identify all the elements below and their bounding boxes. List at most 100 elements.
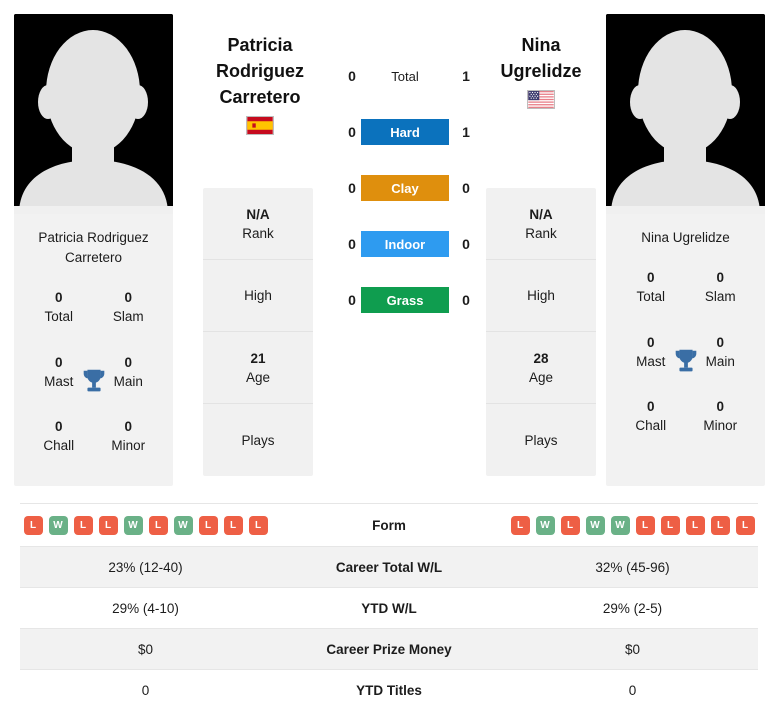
comparison-header: Patricia Rodriguez Carretero 0 Total 0 S… [0,0,779,492]
info-label: Plays [524,432,558,448]
title-value: 0 [646,270,655,285]
title-value: 0 [124,290,132,305]
h2h-surface-label[interactable]: Indoor [361,231,449,257]
headline-name-line: Nina [521,35,561,55]
titles-grid-right: 0 Total 0 Slam 0 Mast 0 Main 0 Chall 0 M… [606,250,765,472]
title-label: Chall [635,418,667,434]
stat-label: YTD W/L [361,600,417,616]
title-value: 0 [646,399,655,415]
h2h-right-score: 1 [462,68,470,84]
info-value: N/A [529,206,553,222]
title-label: Chall [43,438,75,454]
h2h-row-total: 0 Total 1 [330,62,480,90]
title-stat-slam: 0 Slam [686,268,756,333]
table-row-ytd-titles: 0 YTD Titles 0 [20,669,758,710]
headline-name-line: Ugrelidze [500,61,582,81]
info-label: Age [528,369,554,385]
h2h-right-score: 1 [462,124,470,140]
info-row-age: 28 Age [486,332,596,404]
title-label: Total [636,289,666,304]
player-name-left: Patricia Rodriguez Carretero [38,230,149,265]
info-row-plays: Plays [203,404,313,476]
info-row-high: High [486,260,596,332]
titles-grid-left: 0 Total 0 Slam 0 Mast 0 Main 0 Chall 0 M… [14,270,173,486]
player-photo-right [606,14,765,214]
player-photo-left [14,14,173,214]
title-stat-slam: 0 Slam [94,288,164,353]
stat-value-right: $0 [624,641,641,657]
info-card-left: N/A Rank High 21 Age Plays [203,188,313,476]
table-row-career-prize-money: $0 Career Prize Money $0 [20,628,758,669]
form-cell-right: L W L W W L L L L L [507,515,758,535]
form-badge: L [635,515,655,535]
title-stat-chall: 0 Chall [24,417,94,482]
form-badges-right: L W L W W L L L L L [507,515,758,535]
table-row-ytd-wl: 29% (4-10) YTD W/L 29% (2-5) [20,587,758,628]
h2h-surface-label[interactable]: Clay [361,175,449,201]
form-badge: L [98,515,118,535]
title-label: Minor [703,418,738,434]
avatar-placeholder-icon [14,14,173,214]
stat-value-left: 0 [141,682,150,698]
info-row-rank: N/A Rank [486,188,596,260]
info-label: Rank [242,225,274,241]
player-name-right: Nina Ugrelidze [641,230,730,245]
h2h-surface-label: Total [391,68,419,84]
form-badge: W [123,515,143,535]
trophy-icon [675,349,696,372]
player-card-right[interactable]: Nina Ugrelidze 0 Total 0 Slam 0 Mast 0 M… [606,14,765,486]
headline-name-line: Patricia [227,35,293,55]
headline-name-line: Rodriguez [216,61,304,81]
stat-value-left: $0 [137,641,154,657]
h2h-right-score: 0 [462,236,470,252]
form-badge: L [198,515,218,535]
title-value: 0 [124,419,132,435]
h2h-surface-label[interactable]: Grass [361,287,449,313]
form-badges-left: L W L L W L W L L L [20,515,271,535]
info-row-age: 21 Age [203,332,313,404]
stat-label: YTD Titles [356,682,422,698]
h2h-left-score: 0 [348,124,356,140]
info-card-right: N/A Rank High 28 Age Plays [486,188,596,476]
info-value: 28 [533,350,549,366]
info-label: High [244,288,272,303]
headline-name-right: Nina Ugrelidze [461,32,621,109]
title-label: Total [44,309,74,324]
info-label: High [527,288,555,303]
form-badge: W [173,515,193,535]
stat-label-form: Form [372,517,406,533]
form-badge: L [660,515,680,535]
avatar-placeholder-icon [606,14,765,214]
form-badge: L [248,515,268,535]
form-badge: L [710,515,730,535]
form-badge: L [23,515,43,535]
info-row-plays: Plays [486,404,596,476]
headline-name-left: Patricia Rodriguez Carretero [180,32,340,135]
form-badge: L [685,515,705,535]
stat-label: Career Prize Money [326,641,452,657]
h2h-surface-label[interactable]: Hard [361,119,449,145]
form-badge: L [223,515,243,535]
stat-value-right: 29% (2-5) [602,600,663,616]
title-stat-total: 0 Total [24,288,94,353]
flag-icon-united-states [527,90,555,109]
player-card-left[interactable]: Patricia Rodriguez Carretero 0 Total 0 S… [14,14,173,486]
stat-value-left: 29% (4-10) [112,600,179,616]
form-badge: W [610,515,630,535]
form-badge: W [585,515,605,535]
h2h-row-clay: 0 Clay 0 [330,174,480,202]
h2h-row-indoor: 0 Indoor 0 [330,230,480,258]
info-value: N/A [246,206,270,222]
title-stat-minor: 0 Minor [94,417,164,482]
stat-value-right: 0 [628,682,637,698]
form-badge: L [148,515,168,535]
table-row-career-total-wl: 23% (12-40) Career Total W/L 32% (45-96) [20,546,758,587]
stat-value-right: 32% (45-96) [595,559,670,575]
h2h-left-score: 0 [348,180,356,196]
info-value: 21 [250,350,266,366]
info-label: Age [245,369,271,385]
stat-value-left: 23% (12-40) [108,559,183,575]
title-value: 0 [54,419,63,435]
form-badge: L [735,515,755,535]
title-value: 0 [716,270,724,285]
